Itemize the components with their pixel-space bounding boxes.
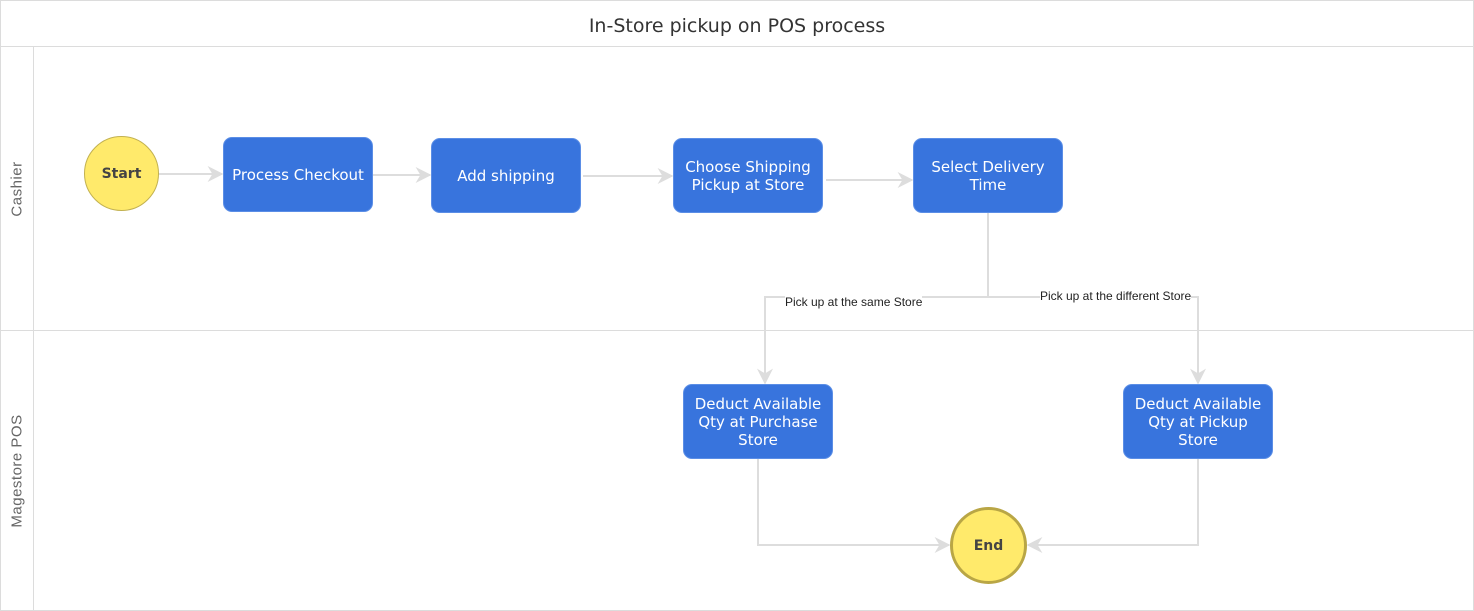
connectors-layer xyxy=(159,166,1206,553)
task-add-shipping[interactable]: Add shipping xyxy=(431,138,581,213)
edge-deduct-purchase-to-end[interactable] xyxy=(757,459,951,553)
edge-select-delivery-to-deduct-pickup[interactable] xyxy=(988,296,1206,385)
edge-label-different-store: Pick up at the different Store xyxy=(1040,289,1192,303)
task-label: Deduct Available Qty at Pickup Store xyxy=(1134,394,1262,449)
task-label: Process Checkout xyxy=(232,165,364,184)
task-deduct-qty-purchase-store[interactable]: Deduct Available Qty at Purchase Store xyxy=(683,384,833,459)
end-event[interactable]: End xyxy=(950,507,1027,584)
task-label: Add shipping xyxy=(457,166,555,185)
end-event-label: End xyxy=(973,537,1004,554)
task-process-checkout[interactable]: Process Checkout xyxy=(223,137,373,212)
task-deduct-qty-pickup-store[interactable]: Deduct Available Qty at Pickup Store xyxy=(1123,384,1273,459)
task-label: Deduct Available Qty at Purchase Store xyxy=(694,394,822,449)
start-event[interactable]: Start xyxy=(84,136,159,211)
task-label: Choose Shipping Pickup at Store xyxy=(685,157,811,194)
edge-label-same-store: Pick up at the same Store xyxy=(785,295,923,309)
start-event-label: Start xyxy=(101,165,142,182)
edge-deduct-pickup-to-end[interactable] xyxy=(1026,459,1199,553)
task-label: Select Delivery Time xyxy=(931,157,1045,194)
task-select-delivery-time[interactable]: Select Delivery Time xyxy=(913,138,1063,213)
task-choose-shipping-pickup[interactable]: Choose Shipping Pickup at Store xyxy=(673,138,823,213)
